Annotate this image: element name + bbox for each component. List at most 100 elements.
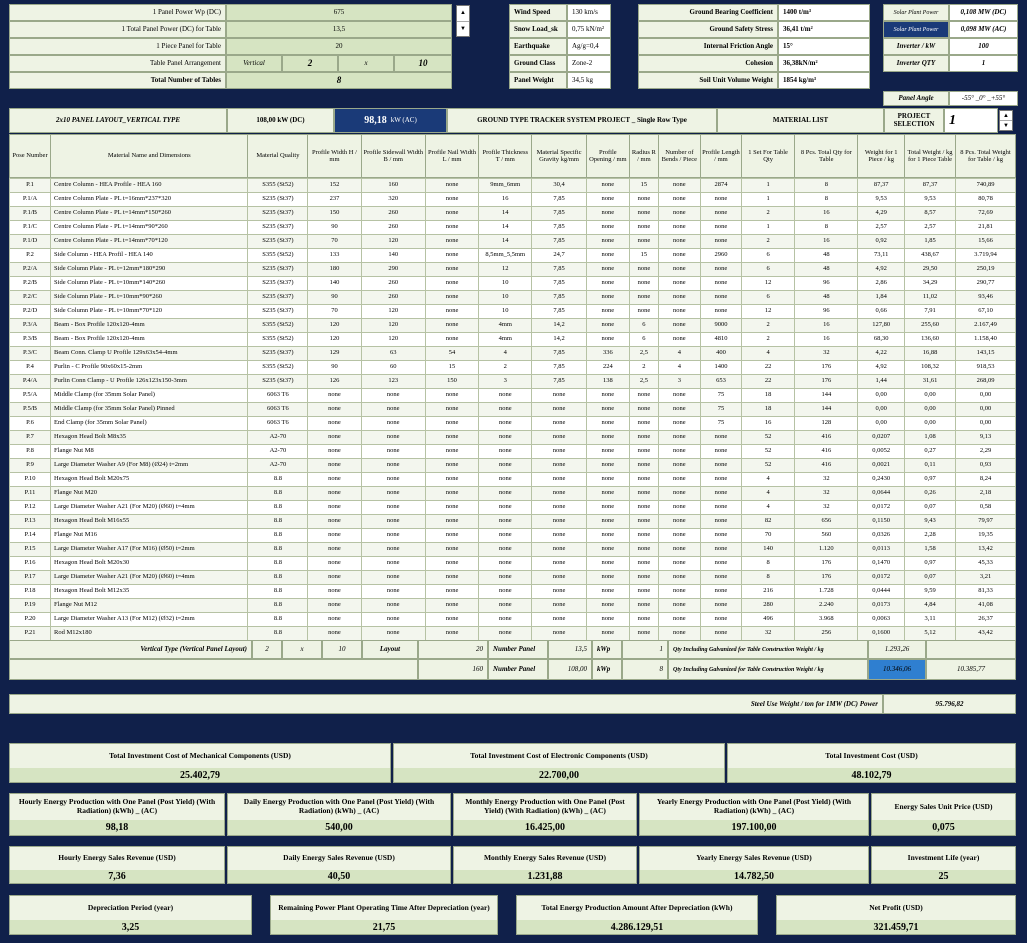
table-cell: S235 (St37) [247,346,309,361]
table-cell: none [531,514,587,529]
table-cell: none [424,388,480,403]
table-cell: none [360,570,426,585]
table-cell: none [657,304,701,319]
env-value[interactable]: Ag/g=0,4 [567,38,611,55]
param-label: 1 Total Panel Power (DC) for Table [9,21,226,38]
table-cell: none [628,192,659,207]
table-cell: none [424,234,480,249]
material-name: Centre Column Plate - PL t=16mm*237*320 [50,192,249,207]
pose-number: P.1/A [8,192,52,207]
table-cell: none [628,612,659,627]
table-cell: none [424,290,480,305]
pose-number: P.21 [8,626,52,641]
param-value-input[interactable]: 675 [226,4,452,21]
table-cell: none [657,528,701,543]
revenue-value[interactable]: 25 [872,870,1015,883]
spin-up-icon[interactable]: ▲ [457,6,469,22]
project-selection-value[interactable]: 1 [944,108,998,133]
arrangement-type[interactable]: Vertical [226,55,282,72]
ground-value[interactable]: 15° [778,38,870,55]
plant-value: 1 [949,55,1018,72]
table-cell: none [360,598,426,613]
table-cell: 0,0172 [857,570,905,585]
ground-value[interactable]: 1400 t/m³ [778,4,870,21]
table-cell: 12 [478,262,533,277]
pose-number: P.5/B [8,402,52,417]
table-cell: none [360,486,426,501]
table-cell: 32 [794,486,859,501]
table-cell: 79,97 [955,514,1016,529]
table-cell: 0,0326 [857,528,905,543]
table-cell: 150 [307,206,362,221]
env-value[interactable]: Zone-2 [567,55,611,72]
table-cell: 90 [307,290,362,305]
table-cell: 108,32 [903,360,957,375]
panel-power-spinner[interactable]: ▲ ▼ [456,5,470,37]
column-header: Material Quality [247,134,309,178]
table-cell: none [657,290,701,305]
table-cell: none [585,612,630,627]
arrangement-rows[interactable]: 2 [282,55,338,72]
energy-label: Yearly Energy Production with One Panel … [656,797,852,815]
footer-kwp: 13,5 [548,640,592,659]
table-cell: 3,11 [903,612,957,627]
table-cell: none [657,542,701,557]
ground-value[interactable]: 36,38kN/m² [778,55,870,72]
final-value: 4.286.129,51 [517,920,757,934]
table-cell: none [628,206,659,221]
table-cell: S235 (St37) [247,192,309,207]
ground-value[interactable]: 1854 kg/m³ [778,72,870,89]
table-cell: 32 [740,626,796,641]
spin-down-icon[interactable]: ▼ [457,22,469,37]
table-cell: none [585,276,630,291]
table-cell: none [360,416,426,431]
table-cell: none [478,402,533,417]
ac-power-unit: kW (AC) [390,116,417,124]
env-value[interactable]: 0,75 kN/m² [567,21,611,38]
energy-value[interactable]: 0,075 [872,820,1015,835]
table-cell: 18 [740,402,796,417]
panel-parameters: 1 Panel Power Wp (DC) 675 1 Total Panel … [9,4,452,89]
table-cell: S235 (St37) [247,206,309,221]
column-header: Number of Bends / Piece [657,134,701,178]
table-cell: none [657,430,701,445]
param-value-input[interactable]: 13,5 [226,21,452,38]
arrangement-cols[interactable]: 10 [394,55,452,72]
pose-number: P.20 [8,612,52,627]
footer-qty-label: Qty Including Galvanized for Table Const… [668,640,868,659]
footer-total-panels: 160 [418,659,488,680]
table-cell: none [424,262,480,277]
table-cell: 24,7 [531,248,587,263]
env-value[interactable]: 130 km/s [567,4,611,21]
table-cell: 2,86 [857,276,905,291]
revenue-yearly: Yearly Energy Sales Revenue (USD) 14.782,… [639,846,869,884]
table-cell: 4mm [478,318,533,333]
table-cell: none [585,248,630,263]
table-cell: 48 [794,248,859,263]
param-label: 1 Panel Power Wp (DC) [9,4,226,21]
env-value[interactable]: 34,5 kg [567,72,611,89]
table-cell: 11,02 [903,290,957,305]
table-cell: none [657,248,701,263]
project-selection-spinner[interactable]: ▲ ▼ [999,110,1013,131]
ground-value[interactable]: 36,41 t/m² [778,21,870,38]
spin-down-icon[interactable]: ▼ [1000,121,1012,130]
final-value: 321.459,71 [777,920,1015,934]
table-cell: 120 [360,234,426,249]
spin-up-icon[interactable]: ▲ [1000,111,1012,121]
table-cell: none [585,290,630,305]
revenue-label: Hourly Energy Sales Revenue (USD) [58,853,176,863]
table-cell: none [424,570,480,585]
table-row: P.6 End Clamp (for 35mm Solar Panel) 6063 … [8,416,1016,431]
pose-number: P.10 [8,472,52,487]
table-cell: 8.8 [247,626,309,641]
table-cell: 1400 [699,360,742,375]
table-cell: 152 [307,178,362,193]
dc-power: 108,00 kW (DC) [227,108,334,133]
panel-angle-value[interactable]: -55° _0° _+55° [949,91,1018,106]
pose-number: P.1 [8,178,52,193]
table-cell: none [628,486,659,501]
table-cell: none [628,626,659,641]
footer-total-weight[interactable]: 10.346,06 [868,659,926,680]
table-cell: 2 [478,360,533,375]
